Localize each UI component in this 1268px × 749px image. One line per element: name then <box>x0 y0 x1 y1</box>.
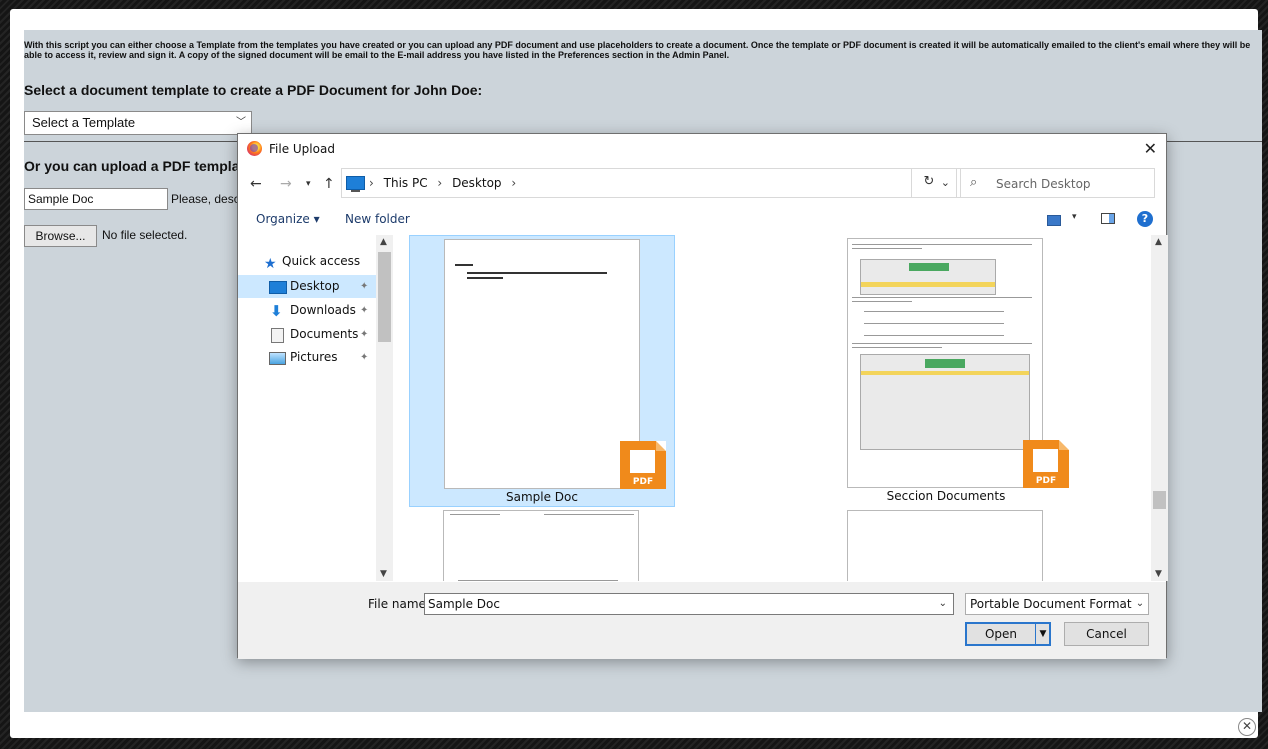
document-name-input[interactable]: Sample Doc <box>24 188 168 210</box>
file-name-label: File name: <box>368 597 430 611</box>
scroll-up-icon[interactable]: ▲ <box>380 237 387 247</box>
sidebar-item-label: Quick access <box>282 254 361 268</box>
sidebar-item-documents[interactable]: Documents ✦ <box>238 323 376 346</box>
help-icon[interactable]: ? <box>1137 211 1153 227</box>
thumb-line <box>455 264 473 266</box>
search-placeholder: Search Desktop <box>996 177 1091 191</box>
chevron-down-icon[interactable]: ⌄ <box>939 594 947 614</box>
file-list-scrollbar[interactable]: ▲ ▼ <box>1151 235 1168 581</box>
preview-pane-icon[interactable] <box>1101 213 1115 224</box>
no-file-label: No file selected. <box>102 228 188 242</box>
open-button[interactable]: Open ▼ <box>965 622 1051 646</box>
pdf-file-icon: PDF <box>620 441 666 489</box>
scroll-down-icon[interactable]: ▼ <box>380 569 387 579</box>
sidebar-item-desktop[interactable]: Desktop ✦ <box>238 275 376 298</box>
scroll-up-icon[interactable]: ▲ <box>1155 237 1162 247</box>
sidebar-item-pictures[interactable]: Pictures ✦ <box>238 346 376 369</box>
dialog-close-icon[interactable]: ✕ <box>1144 139 1157 158</box>
file-name-label: Seccion Documents <box>886 489 1006 503</box>
firefox-icon <box>247 141 262 156</box>
scrollbar-thumb[interactable] <box>1153 491 1166 509</box>
dialog-title: File Upload <box>269 142 335 156</box>
dialog-footer: File name: Sample Doc ⌄ Portable Documen… <box>238 582 1166 659</box>
up-arrow-icon[interactable]: ↑ <box>323 176 335 192</box>
pin-icon: ✦ <box>360 305 369 316</box>
sidebar-item-label: Pictures <box>290 350 338 364</box>
file-type-value: Portable Document Format (PDF) <box>970 597 1149 611</box>
template-select[interactable]: Select a Template ﹀ <box>24 111 252 135</box>
this-pc-icon <box>346 176 365 192</box>
refresh-icon[interactable]: ↻ <box>911 168 946 198</box>
intro-text: With this script you can either choose a… <box>24 40 1251 60</box>
dialog-titlebar: File Upload ✕ <box>238 134 1166 164</box>
navigation-pane: ★ Quick access Desktop ✦ ⬇ Downloads ✦ D… <box>238 235 393 581</box>
file-name-value: Sample Doc <box>428 597 500 611</box>
sidebar-item-label: Downloads <box>290 303 356 317</box>
file-name-label: Sample Doc <box>506 490 578 504</box>
template-heading: Select a document template to create a P… <box>24 82 483 98</box>
scroll-down-icon[interactable]: ▼ <box>1155 569 1162 579</box>
back-arrow-icon[interactable]: ← <box>250 176 262 192</box>
file-thumbnail <box>444 239 640 489</box>
pin-icon: ✦ <box>360 329 369 340</box>
thumb-line <box>467 272 607 274</box>
modal-close-icon[interactable]: ✕ <box>1238 718 1256 736</box>
file-item-sample-doc[interactable]: PDF Sample Doc <box>409 235 675 507</box>
file-name-input[interactable]: Sample Doc ⌄ <box>424 593 954 615</box>
recent-locations-icon[interactable]: ▾ <box>306 179 311 189</box>
file-thumbnail-partial[interactable] <box>847 510 1043 581</box>
chevron-down-icon: ⌄ <box>1132 594 1148 614</box>
chevron-down-icon: ﹀ <box>236 117 246 128</box>
breadcrumb-separator: › <box>437 176 443 190</box>
file-thumbnail <box>847 238 1043 488</box>
file-thumbnail-partial[interactable] <box>443 510 639 581</box>
file-type-select[interactable]: Portable Document Format (PDF) ⌄ <box>965 593 1149 615</box>
documents-icon <box>271 328 284 343</box>
nav-scrollbar[interactable]: ▲ ▼ <box>376 235 393 581</box>
search-input[interactable]: ⌕ Search Desktop <box>956 168 1155 198</box>
breadcrumb-separator: › <box>369 176 374 190</box>
breadcrumb-separator: › <box>511 176 517 190</box>
file-item-seccion-documents[interactable]: PDF Seccion Documents <box>813 235 1079 507</box>
organize-menu[interactable]: Organize ▾ <box>256 212 320 226</box>
view-dropdown-icon[interactable]: ▾ <box>1072 212 1077 222</box>
download-icon: ⬇ <box>270 302 283 320</box>
address-row: ← → ▾ ↑ › This PC › Desktop › ⌄ ↻ ⌕ Sear… <box>238 168 1166 200</box>
pin-icon: ✦ <box>360 352 369 363</box>
breadcrumb-desktop[interactable]: Desktop <box>452 176 502 190</box>
pin-icon: ✦ <box>360 281 369 292</box>
new-folder-button[interactable]: New folder <box>345 212 410 226</box>
address-bar[interactable]: › This PC › Desktop › ⌄ <box>341 168 961 198</box>
sidebar-item-downloads[interactable]: ⬇ Downloads ✦ <box>238 299 376 322</box>
open-dropdown-icon[interactable]: ▼ <box>1037 624 1049 644</box>
template-select-value: Select a Template <box>32 115 136 130</box>
forward-arrow-icon[interactable]: → <box>280 176 292 192</box>
browse-button[interactable]: Browse... <box>24 225 97 247</box>
star-icon: ★ <box>264 256 277 272</box>
scrollbar-thumb[interactable] <box>378 252 391 342</box>
sidebar-item-quick-access[interactable]: ★ Quick access <box>238 250 376 273</box>
breadcrumb: › This PC › Desktop › <box>369 176 522 190</box>
file-list: PDF Sample Doc PDF Seccion Documents <box>393 235 1165 581</box>
open-button-label: Open <box>984 627 1018 641</box>
thumb-line <box>467 277 503 279</box>
pdf-file-icon: PDF <box>1023 440 1069 488</box>
file-upload-dialog: File Upload ✕ ← → ▾ ↑ › This PC › Deskto… <box>237 133 1168 659</box>
breadcrumb-this-pc[interactable]: This PC <box>384 176 428 190</box>
thumb-screenshot <box>860 259 996 295</box>
desktop-icon <box>269 281 287 294</box>
upload-heading: Or you can upload a PDF template <box>24 158 252 174</box>
thumb-screenshot <box>860 354 1030 450</box>
sidebar-item-label: Documents <box>290 327 359 341</box>
sidebar-item-label: Desktop <box>290 279 340 293</box>
pictures-icon <box>269 352 286 365</box>
cancel-button[interactable]: Cancel <box>1064 622 1149 646</box>
search-icon: ⌕ <box>970 175 978 190</box>
view-options-icon[interactable] <box>1047 215 1061 226</box>
dialog-toolbar: Organize ▾ New folder ▾ ? <box>238 206 1166 234</box>
